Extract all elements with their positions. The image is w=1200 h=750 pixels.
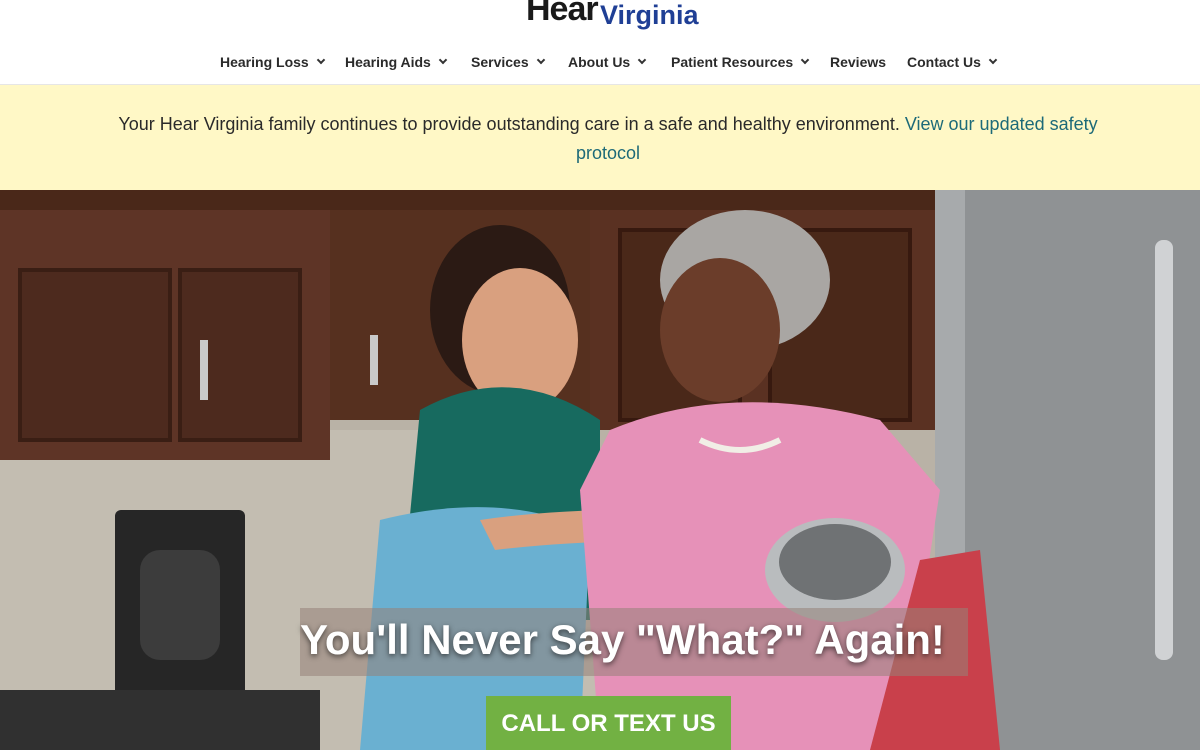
nav-label: Contact Us: [907, 54, 981, 70]
nav-label: Reviews: [830, 54, 887, 70]
safety-notice-banner: Your Hear Virginia family continues to p…: [0, 85, 1200, 190]
logo-word-hear: Hear: [526, 0, 599, 28]
nav-label: Patient Resources: [671, 54, 794, 70]
nav-item-contact-us[interactable]: Contact Us: [907, 50, 998, 74]
chevron-down-icon: [637, 55, 647, 65]
hero-banner: You'll Never Say "What?" Again! CALL OR …: [0, 190, 1200, 750]
nav-item-hearing-loss[interactable]: Hearing Loss: [220, 50, 325, 74]
nav-item-patient-resources[interactable]: Patient Resources: [671, 50, 810, 74]
notice-text: Your Hear Virginia family continues to p…: [118, 114, 905, 134]
chevron-down-icon: [438, 55, 448, 65]
nav-item-about-us[interactable]: About Us: [568, 50, 647, 74]
nav-label: About Us: [568, 54, 631, 70]
logo-word-virginia: Virginia: [600, 0, 699, 30]
nav-item-hearing-aids[interactable]: Hearing Aids: [345, 50, 448, 74]
main-navigation: Hearing Loss Hearing Aids Services About…: [0, 50, 1200, 74]
chevron-down-icon: [800, 55, 810, 65]
hear-virginia-logo[interactable]: Hear Virginia: [520, 0, 710, 34]
site-header: Hear Virginia Hearing Loss Hearing Aids …: [0, 0, 1200, 85]
chevron-down-icon: [316, 55, 325, 65]
hero-headline: You'll Never Say "What?" Again!: [300, 616, 945, 663]
call-or-text-button[interactable]: CALL OR TEXT US: [486, 696, 731, 750]
nav-item-reviews[interactable]: Reviews: [830, 50, 886, 74]
chevron-down-icon: [536, 55, 545, 65]
nav-label: Services: [471, 54, 529, 70]
nav-label: Hearing Loss: [220, 54, 309, 70]
nav-label: Hearing Aids: [345, 54, 431, 70]
chevron-down-icon: [988, 55, 998, 65]
nav-item-services[interactable]: Services: [471, 50, 545, 74]
notice-message: Your Hear Virginia family continues to p…: [110, 110, 1106, 168]
